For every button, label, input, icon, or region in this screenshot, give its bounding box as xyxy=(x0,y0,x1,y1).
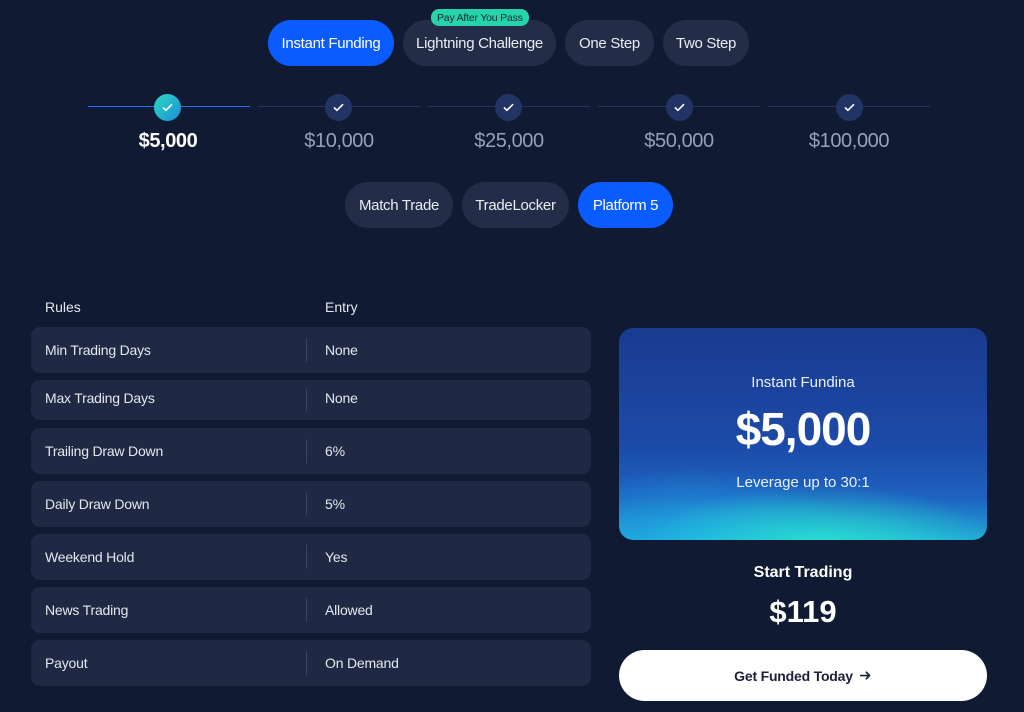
rule-label: News Trading xyxy=(45,602,129,618)
card-title: Instant Fundina xyxy=(751,374,855,391)
pricing-page: Instant Funding Lightning Challenge Pay … xyxy=(0,0,1024,712)
platform-tradelocker[interactable]: TradeLocker xyxy=(462,182,569,228)
column-divider xyxy=(306,338,307,362)
rule-label: Payout xyxy=(45,655,88,671)
rule-value: Yes xyxy=(325,549,348,565)
step-10000[interactable] xyxy=(325,94,352,121)
table-row: Weekend Hold Yes xyxy=(31,534,591,580)
account-size-25000[interactable]: $25,000 xyxy=(424,130,594,153)
check-icon xyxy=(333,103,344,112)
card-leverage: Leverage up to 30:1 xyxy=(736,474,870,491)
rule-value: 6% xyxy=(325,443,345,459)
rule-value: None xyxy=(325,390,358,406)
account-size-100000[interactable]: $100,000 xyxy=(764,130,934,153)
check-icon xyxy=(844,103,855,112)
step-25000[interactable] xyxy=(495,94,522,121)
platform-5[interactable]: Platform 5 xyxy=(578,182,673,228)
get-funded-button[interactable]: Get Funded Today xyxy=(619,650,987,701)
rule-value: 5% xyxy=(325,496,345,512)
rule-label: Daily Draw Down xyxy=(45,496,150,512)
arrow-right-icon xyxy=(859,671,871,680)
table-row: Payout On Demand xyxy=(31,640,591,686)
account-size-10000[interactable]: $10,000 xyxy=(254,130,424,153)
price: $119 xyxy=(769,594,837,629)
column-divider xyxy=(306,492,307,516)
pay-after-you-pass-badge: Pay After You Pass xyxy=(431,9,529,26)
check-icon xyxy=(162,103,173,112)
tab-instant-funding[interactable]: Instant Funding xyxy=(268,20,394,66)
tab-two-step[interactable]: Two Step xyxy=(663,20,749,66)
column-divider xyxy=(306,388,307,412)
tab-lightning-challenge[interactable]: Lightning Challenge xyxy=(403,20,556,66)
tab-one-step[interactable]: One Step xyxy=(565,20,654,66)
column-divider xyxy=(306,651,307,675)
column-divider xyxy=(306,598,307,622)
card-amount: $5,000 xyxy=(735,403,872,455)
step-50000[interactable] xyxy=(666,94,693,121)
rule-value: None xyxy=(325,342,358,358)
table-row: Trailing Draw Down 6% xyxy=(31,428,591,474)
rule-value: On Demand xyxy=(325,655,399,671)
table-row: Min Trading Days None xyxy=(31,327,591,373)
rule-label: Max Trading Days xyxy=(45,390,155,406)
table-row: News Trading Allowed xyxy=(31,587,591,633)
start-trading-label: Start Trading xyxy=(753,564,853,581)
step-5000[interactable] xyxy=(154,94,181,121)
entry-header: Entry xyxy=(325,299,358,315)
rule-label: Trailing Draw Down xyxy=(45,443,164,459)
step-100000[interactable] xyxy=(836,94,863,121)
get-funded-label: Get Funded Today xyxy=(734,667,853,684)
column-divider xyxy=(306,545,307,569)
account-size-5000[interactable]: $5,000 xyxy=(83,130,253,153)
check-icon xyxy=(503,103,514,112)
check-icon xyxy=(674,103,685,112)
account-size-50000[interactable]: $50,000 xyxy=(594,130,764,153)
rule-label: Min Trading Days xyxy=(45,342,151,358)
table-row: Max Trading Days None xyxy=(31,380,591,420)
rules-header: Rules xyxy=(45,299,81,315)
rule-value: Allowed xyxy=(325,602,373,618)
platform-match-trade[interactable]: Match Trade xyxy=(345,182,453,228)
rule-label: Weekend Hold xyxy=(45,549,135,565)
column-divider xyxy=(306,439,307,463)
table-row: Daily Draw Down 5% xyxy=(31,481,591,527)
